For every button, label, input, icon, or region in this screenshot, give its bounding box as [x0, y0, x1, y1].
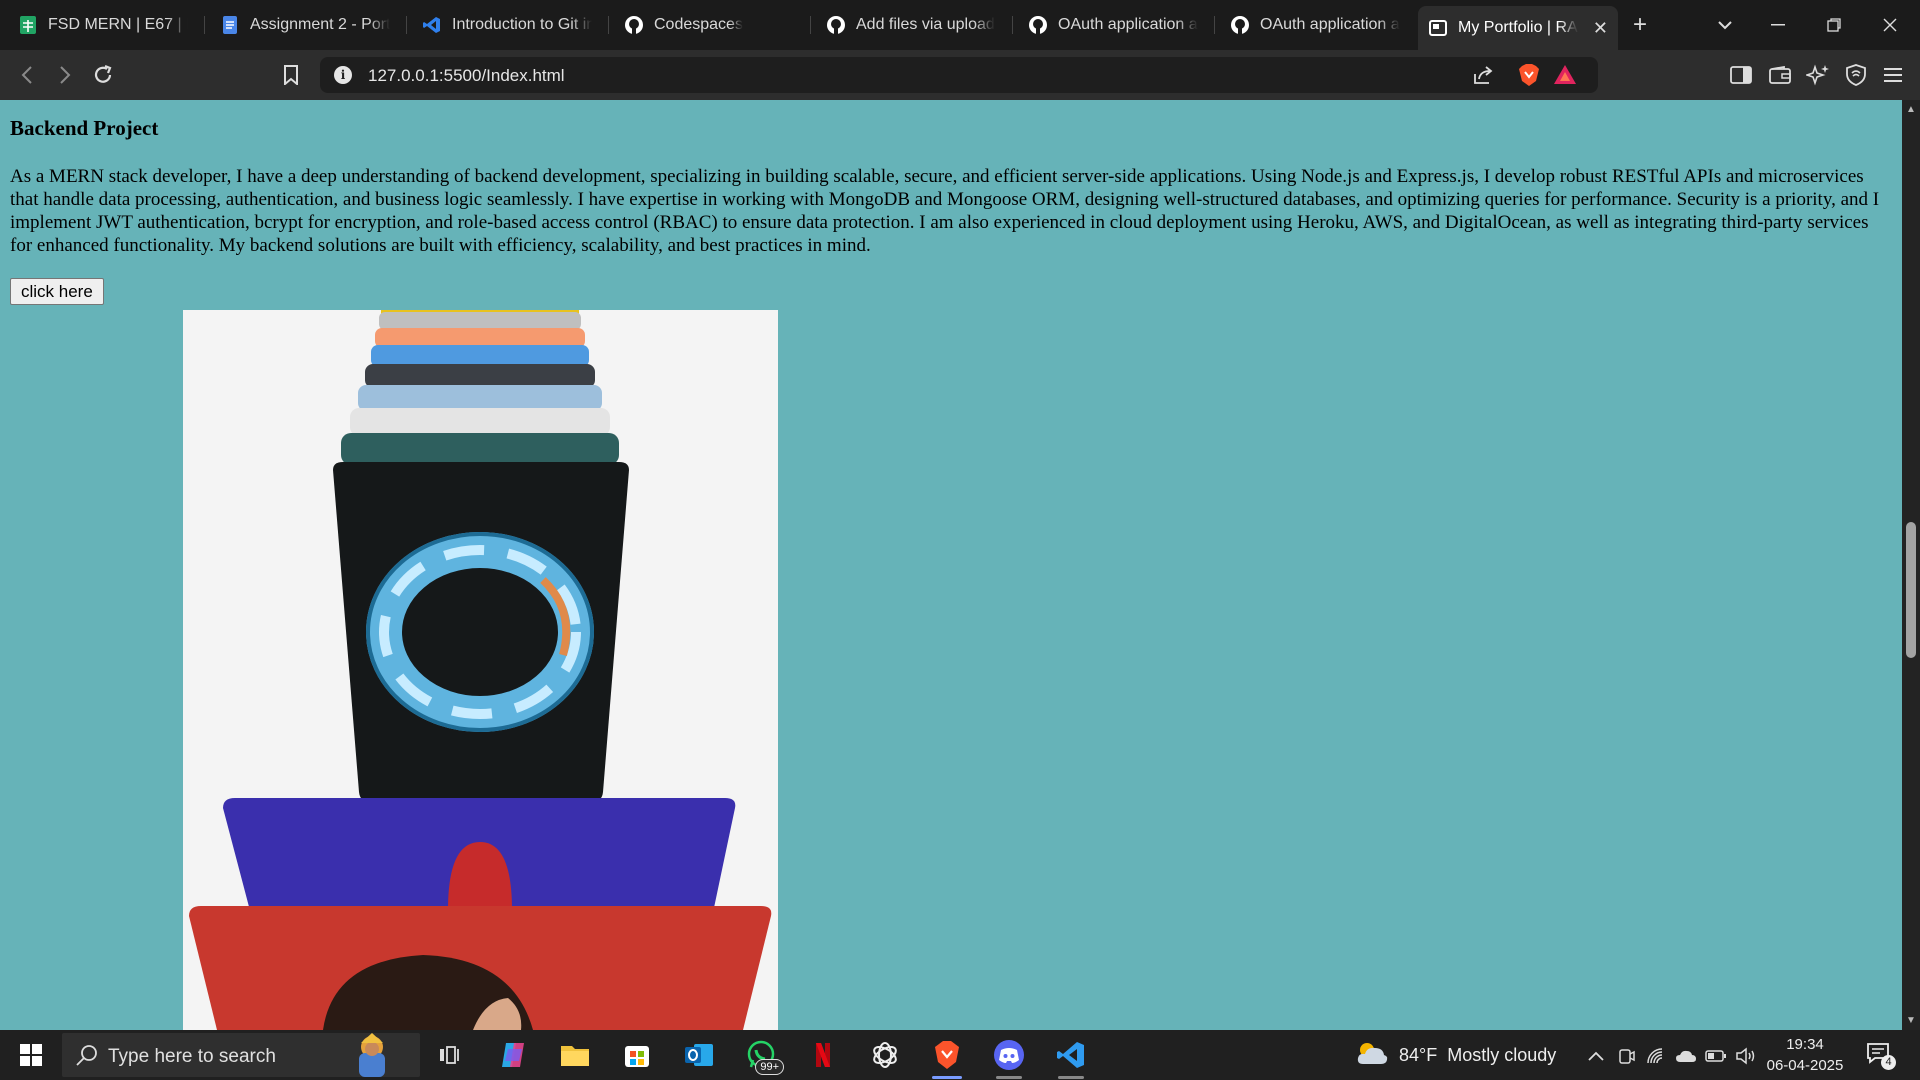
click-here-button[interactable]: click here [10, 278, 104, 305]
tab-search-dropdown-icon[interactable] [1697, 0, 1753, 50]
tab-fsd-mern[interactable]: FSD MERN | E67 | Ma [8, 8, 198, 42]
task-view-icon[interactable] [425, 1035, 475, 1075]
restore-icon[interactable] [1806, 0, 1862, 50]
menu-icon[interactable] [1880, 62, 1906, 88]
weather-condition: Mostly cloudy [1447, 1044, 1557, 1065]
search-highlight-icon[interactable] [337, 1033, 407, 1080]
page-scrollbar[interactable]: ▲ ▼ [1902, 100, 1920, 1030]
leo-ai-icon[interactable] [1805, 62, 1831, 88]
tab-my-portfolio[interactable]: My Portfolio | RA ✕ [1418, 6, 1618, 50]
tab-strip: FSD MERN | E67 | Ma Assignment 2 - Portf… [0, 0, 1920, 50]
scroll-down-icon[interactable]: ▼ [1906, 1015, 1916, 1026]
tab-oauth-1[interactable]: OAuth application au [1018, 8, 1208, 42]
github-icon [826, 15, 846, 35]
vpn-icon[interactable] [1843, 62, 1869, 88]
github-icon [624, 15, 644, 35]
show-hidden-icons-icon[interactable] [1585, 1045, 1607, 1067]
tab-title: Introduction to Git in [452, 16, 592, 33]
search-icon [76, 1044, 98, 1071]
weather-widget[interactable]: 84°F Mostly cloudy [1355, 1040, 1556, 1070]
forward-icon[interactable] [50, 60, 80, 90]
page-icon [1428, 18, 1448, 38]
vscode-icon [422, 15, 442, 35]
minimize-icon[interactable] [1750, 0, 1806, 50]
tab-title: My Portfolio | RA [1458, 19, 1578, 36]
vscode-taskbar-icon[interactable] [1046, 1035, 1096, 1079]
clock-time: 19:34 [1786, 1036, 1824, 1053]
meet-now-icon[interactable] [1615, 1045, 1637, 1067]
brave-shields-icon[interactable] [1516, 62, 1542, 88]
file-explorer-icon[interactable] [550, 1035, 600, 1075]
tab-title: Assignment 2 - Portfo [250, 16, 390, 33]
google-docs-icon [220, 15, 240, 35]
cloudy-weather-icon [1355, 1040, 1389, 1071]
chatgpt-icon[interactable] [860, 1035, 910, 1075]
scroll-up-icon[interactable]: ▲ [1906, 104, 1916, 115]
brave-rewards-icon[interactable] [1552, 62, 1578, 88]
tab-title: OAuth application au [1058, 16, 1198, 33]
brave-browser-icon[interactable] [922, 1035, 972, 1079]
whatsapp-icon[interactable]: 99+ [736, 1035, 786, 1075]
tab-title: Add files via upload [856, 16, 995, 33]
github-icon [1028, 15, 1048, 35]
outlook-icon[interactable] [674, 1035, 724, 1075]
tab-assignment-2[interactable]: Assignment 2 - Portfo [210, 8, 400, 42]
page-content: Backend Project As a MERN stack develope… [0, 100, 1902, 1030]
google-sheets-icon [18, 15, 38, 35]
volume-icon[interactable] [1735, 1045, 1757, 1067]
windows-taskbar: Type here to search 99+ 84°F Mostly clou… [0, 1030, 1920, 1080]
reload-icon[interactable] [88, 60, 118, 90]
whatsapp-unread-badge: 99+ [755, 1059, 784, 1075]
github-icon [1230, 15, 1250, 35]
scrollbar-thumb[interactable] [1906, 522, 1916, 658]
search-placeholder: Type here to search [108, 1046, 276, 1067]
back-icon[interactable] [12, 60, 42, 90]
notification-center-icon[interactable]: 4 [1866, 1042, 1896, 1070]
discord-icon[interactable] [984, 1035, 1034, 1079]
onedrive-icon[interactable] [1675, 1045, 1697, 1067]
site-info-icon[interactable]: i [334, 66, 352, 84]
address-bar-url[interactable]: 127.0.0.1:5500/Index.html [368, 66, 565, 86]
microsoft-store-icon[interactable] [612, 1035, 662, 1075]
windows-start-icon[interactable] [10, 1038, 52, 1072]
tab-intro-git[interactable]: Introduction to Git in [412, 8, 602, 42]
close-window-icon[interactable] [1862, 0, 1918, 50]
taskbar-search-box[interactable]: Type here to search [62, 1033, 420, 1077]
close-tab-icon[interactable]: ✕ [1587, 18, 1608, 39]
new-tab-button[interactable]: + [1625, 10, 1655, 40]
clock-date: 06-04-2025 [1766, 1057, 1844, 1074]
tab-title: Codespaces [654, 16, 743, 33]
wallet-icon[interactable] [1767, 62, 1793, 88]
wifi-icon[interactable] [1645, 1045, 1667, 1067]
browser-toolbar: i 127.0.0.1:5500/Index.html [0, 50, 1920, 100]
section-heading: Backend Project [10, 116, 159, 140]
project-image [183, 310, 778, 1030]
netflix-icon[interactable] [798, 1035, 848, 1075]
copilot-icon[interactable] [488, 1035, 538, 1075]
weather-temperature: 84°F [1399, 1044, 1438, 1065]
tab-add-files[interactable]: Add files via upload [816, 8, 1006, 42]
address-bar[interactable]: i 127.0.0.1:5500/Index.html [320, 57, 1598, 93]
tab-title: FSD MERN | E67 | Ma [48, 16, 188, 33]
sidebar-toggle-icon[interactable] [1728, 62, 1754, 88]
section-description: As a MERN stack developer, I have a deep… [10, 166, 1880, 256]
share-icon[interactable] [1470, 62, 1496, 88]
tab-title: OAuth application au [1260, 16, 1400, 33]
tab-oauth-2[interactable]: OAuth application au [1220, 8, 1410, 42]
notification-count: 4 [1881, 1055, 1896, 1070]
system-clock[interactable]: 19:34 06-04-2025 [1760, 1034, 1850, 1076]
bookmark-icon[interactable] [276, 60, 306, 90]
battery-icon[interactable] [1705, 1045, 1727, 1067]
tab-codespaces[interactable]: Codespaces [614, 8, 804, 42]
